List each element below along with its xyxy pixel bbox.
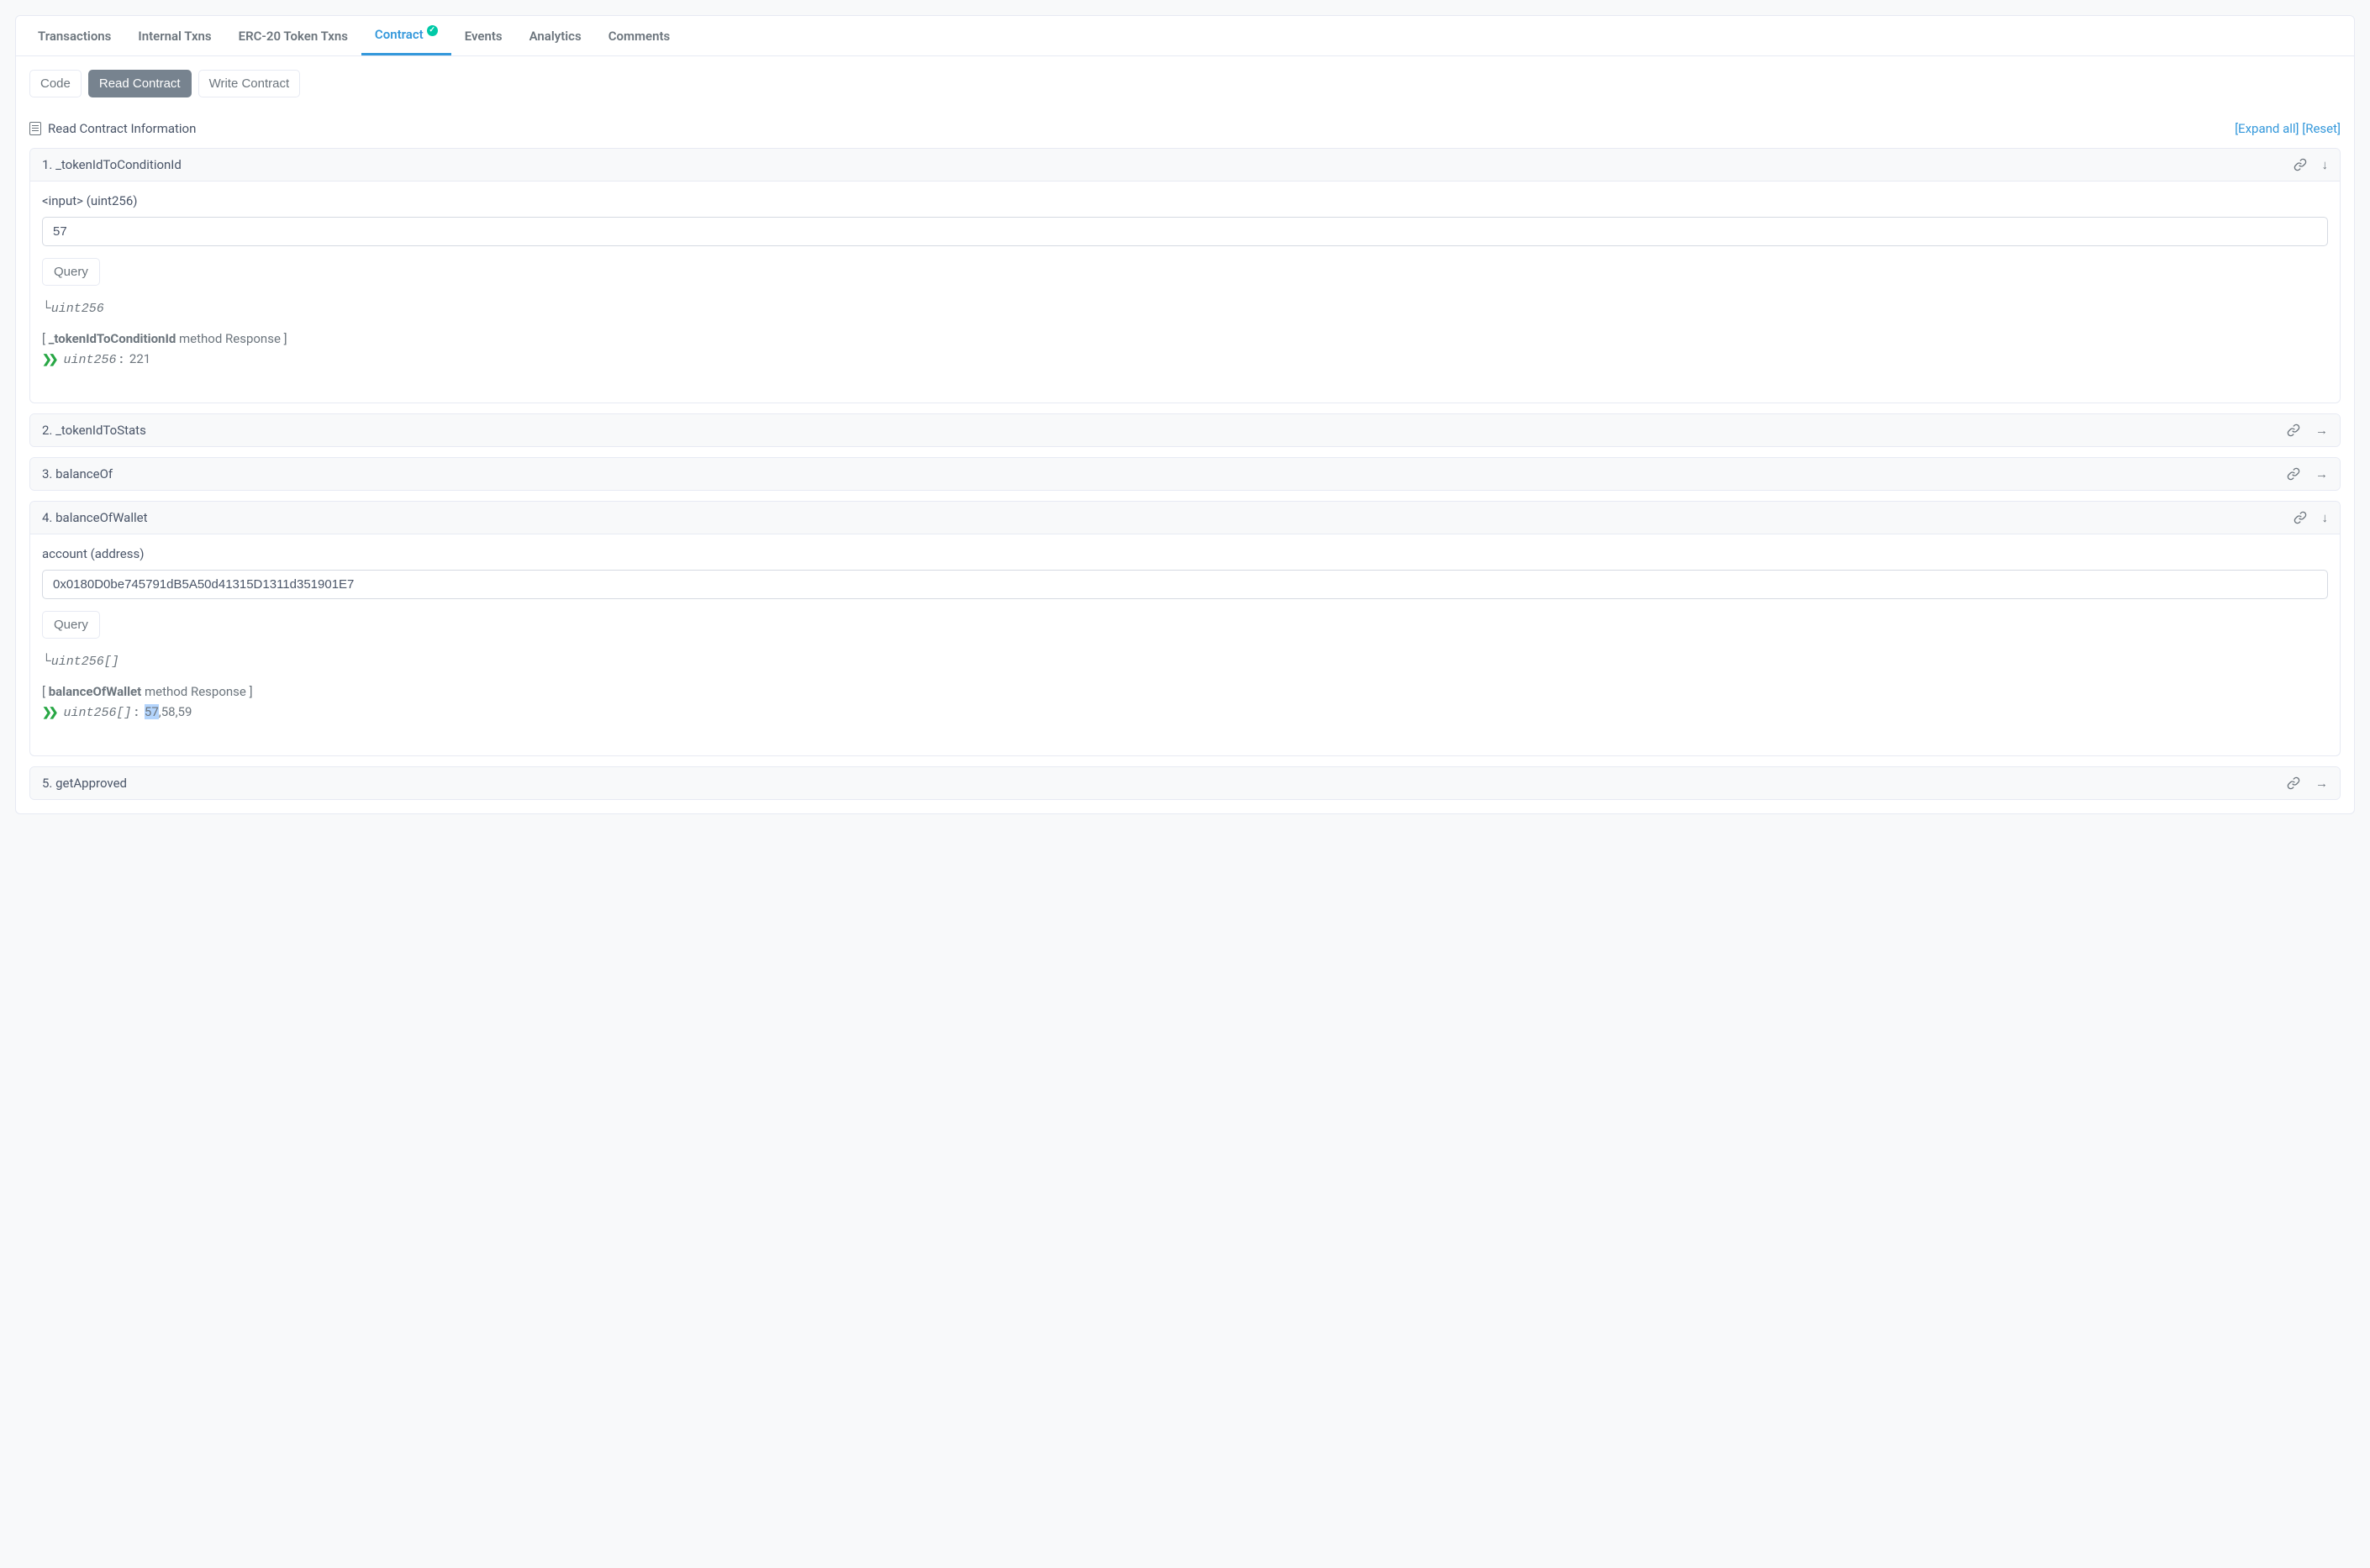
method-input[interactable] <box>42 217 2328 246</box>
method-header-icons: ↓ <box>2294 510 2329 525</box>
method-header[interactable]: 1. _tokenIdToConditionId ↓ <box>30 149 2340 181</box>
section-header: Read Contract Information [Expand all] [… <box>29 121 2341 136</box>
method-title: 4. balanceOfWallet <box>42 510 148 525</box>
method-title: 3. balanceOf <box>42 466 113 481</box>
collapse-icon[interactable]: ↓ <box>2322 510 2329 525</box>
method-header[interactable]: 4. balanceOfWallet ↓ <box>30 502 2340 534</box>
method-title: 2. _tokenIdToStats <box>42 423 146 438</box>
method-balanceOf: 3. balanceOf → <box>29 457 2341 491</box>
response-value: ❯❯ uint256 : 221 <box>42 351 2328 367</box>
method-tokenIdToConditionId: 1. _tokenIdToConditionId ↓ <input> (uint… <box>29 148 2341 403</box>
method-title: 5. getApproved <box>42 776 127 791</box>
subtab-read[interactable]: Read Contract <box>88 70 192 97</box>
input-label: account (address) <box>42 546 2328 561</box>
tab-contract[interactable]: Contract ✓ <box>361 16 451 55</box>
contract-sub-tabs: Code Read Contract Write Contract <box>29 70 2341 97</box>
tab-analytics[interactable]: Analytics <box>516 16 595 55</box>
query-button[interactable]: Query <box>42 258 100 286</box>
expand-icon[interactable]: → <box>2315 776 2328 791</box>
method-body: <input> (uint256) Query uint256 [ _token… <box>30 181 2340 403</box>
input-label: <input> (uint256) <box>42 193 2328 208</box>
method-input[interactable] <box>42 570 2328 599</box>
response-block: [ balanceOfWallet method Response ] ❯❯ u… <box>42 684 2328 720</box>
return-type: uint256[] <box>42 654 2328 669</box>
method-list: 1. _tokenIdToConditionId ↓ <input> (uint… <box>29 148 2341 800</box>
method-header[interactable]: 2. _tokenIdToStats → <box>30 414 2340 446</box>
expand-icon[interactable]: → <box>2315 423 2328 438</box>
method-header-icons: → <box>2287 776 2328 791</box>
response-label: [ _tokenIdToConditionId method Response … <box>42 331 2328 346</box>
document-icon <box>29 122 41 135</box>
content-area: Code Read Contract Write Contract Read C… <box>16 56 2354 813</box>
method-tokenIdToStats: 2. _tokenIdToStats → <box>29 413 2341 447</box>
section-title-wrap: Read Contract Information <box>29 121 196 136</box>
link-icon[interactable] <box>2294 511 2307 524</box>
verified-icon: ✓ <box>427 25 438 36</box>
method-body: account (address) Query uint256[] [ bala… <box>30 534 2340 755</box>
tab-transactions[interactable]: Transactions <box>24 16 124 55</box>
section-title: Read Contract Information <box>48 121 196 136</box>
method-balanceOfWallet: 4. balanceOfWallet ↓ account (address) Q… <box>29 501 2341 756</box>
tab-internal-txns[interactable]: Internal Txns <box>124 16 224 55</box>
query-button[interactable]: Query <box>42 611 100 639</box>
expand-icon[interactable]: → <box>2315 466 2328 481</box>
link-icon[interactable] <box>2287 467 2300 481</box>
link-icon[interactable] <box>2294 158 2307 171</box>
link-icon[interactable] <box>2287 424 2300 437</box>
method-header[interactable]: 5. getApproved → <box>30 767 2340 799</box>
response-block: [ _tokenIdToConditionId method Response … <box>42 331 2328 367</box>
method-header-icons: ↓ <box>2294 157 2329 172</box>
response-label: [ balanceOfWallet method Response ] <box>42 684 2328 699</box>
method-header-icons: → <box>2287 466 2328 481</box>
link-icon[interactable] <box>2287 776 2300 790</box>
subtab-code[interactable]: Code <box>29 70 82 97</box>
method-header-icons: → <box>2287 423 2328 438</box>
subtab-write[interactable]: Write Contract <box>198 70 301 97</box>
method-title: 1. _tokenIdToConditionId <box>42 157 182 172</box>
tab-comments[interactable]: Comments <box>595 16 684 55</box>
response-arrow-icon: ❯❯ <box>42 706 55 719</box>
method-header[interactable]: 3. balanceOf → <box>30 458 2340 490</box>
expand-all-link[interactable]: [Expand all] <box>2235 121 2299 136</box>
return-type: uint256 <box>42 301 2328 316</box>
response-value: ❯❯ uint256[] : 57,58,59 <box>42 704 2328 720</box>
collapse-icon[interactable]: ↓ <box>2322 157 2329 172</box>
method-getApproved: 5. getApproved → <box>29 766 2341 800</box>
header-links: [Expand all] [Reset] <box>2235 121 2341 136</box>
response-arrow-icon: ❯❯ <box>42 353 55 366</box>
main-tabs: Transactions Internal Txns ERC-20 Token … <box>16 16 2354 56</box>
reset-link[interactable]: [Reset] <box>2302 121 2341 136</box>
tab-erc20[interactable]: ERC-20 Token Txns <box>225 16 361 55</box>
tab-contract-label: Contract <box>375 27 424 42</box>
tab-events[interactable]: Events <box>451 16 516 55</box>
contract-card: Transactions Internal Txns ERC-20 Token … <box>15 15 2355 814</box>
